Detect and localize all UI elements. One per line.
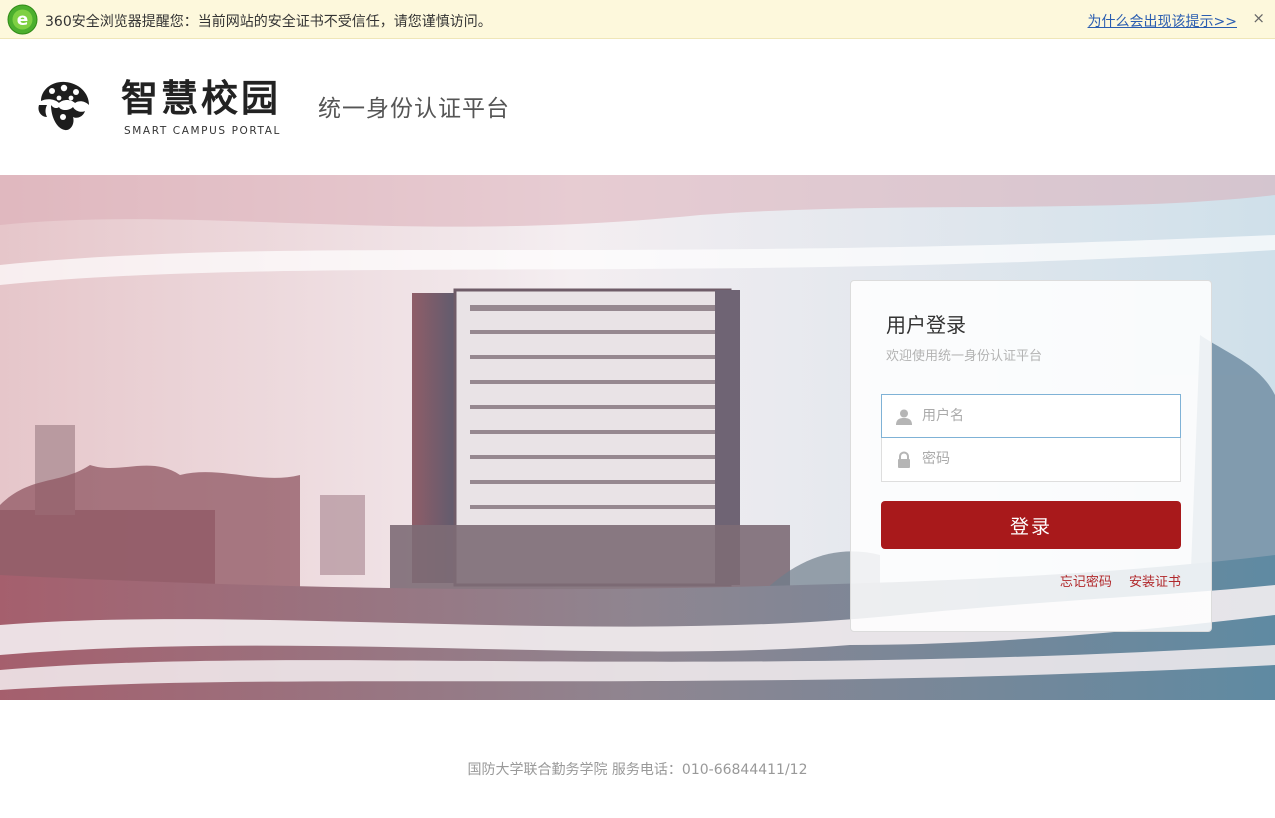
login-title: 用户登录 xyxy=(886,313,966,337)
browser-360-icon: e xyxy=(7,4,38,35)
install-certificate-link[interactable]: 安装证书 xyxy=(1129,575,1181,590)
logo-title: 智慧校园 xyxy=(121,77,281,120)
username-input[interactable] xyxy=(922,395,1172,437)
lock-icon xyxy=(898,451,910,468)
why-warning-link[interactable]: 为什么会出现该提示>> xyxy=(1088,11,1237,31)
forgot-password-link[interactable]: 忘记密码 xyxy=(1060,575,1112,590)
username-field[interactable] xyxy=(881,394,1181,438)
password-input[interactable] xyxy=(922,438,1172,480)
login-subtitle: 欢迎使用统一身份认证平台 xyxy=(886,349,1043,364)
campus-logo-icon xyxy=(38,81,89,131)
close-icon[interactable]: × xyxy=(1252,9,1265,27)
svg-text:e: e xyxy=(17,10,29,30)
page-footer: 国防大学联合勤务学院 服务电话：010-66844411/12 xyxy=(467,762,808,778)
password-field[interactable] xyxy=(881,438,1181,482)
logo-subtitle: SMART CAMPUS PORTAL xyxy=(124,125,281,137)
login-card: 用户登录 欢迎使用统一身份认证平台 登录 忘记密码 安装证书 xyxy=(850,280,1212,632)
login-links: 忘记密码 安装证书 xyxy=(1048,571,1181,590)
warning-message: 360安全浏览器提醒您：当前网站的安全证书不受信任，请您谨慎访问。 xyxy=(45,14,492,30)
security-warning-bar: e 360安全浏览器提醒您：当前网站的安全证书不受信任，请您谨慎访问。 为什么会… xyxy=(0,0,1275,39)
user-icon xyxy=(896,409,912,425)
login-button[interactable]: 登录 xyxy=(881,501,1181,549)
platform-title: 统一身份认证平台 xyxy=(318,96,510,122)
page-header: 智慧校园 SMART CAMPUS PORTAL 统一身份认证平台 xyxy=(0,39,1275,175)
